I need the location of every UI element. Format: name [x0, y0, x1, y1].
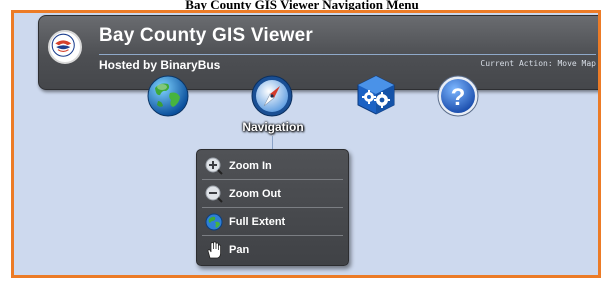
map-canvas[interactable]: Bay County GIS Viewer Hosted by BinaryBu…	[11, 10, 601, 278]
app-header: Bay County GIS Viewer Hosted by BinaryBu…	[38, 15, 598, 90]
help-icon[interactable]: ?	[436, 74, 480, 118]
zoom-out-icon	[205, 185, 223, 203]
menu-item-pan[interactable]: Pan	[202, 236, 343, 264]
active-tool-label: Navigation	[242, 120, 304, 134]
navigation-menu: Zoom In Zoom Out Full Extent Pan	[196, 149, 349, 266]
page-frame: Bay County GIS Viewer Navigation Menu Ba…	[0, 0, 604, 284]
menu-item-zoom-in[interactable]: Zoom In	[202, 152, 343, 180]
svg-text:?: ?	[451, 84, 466, 111]
menu-item-label: Zoom In	[229, 159, 272, 172]
compass-icon[interactable]	[250, 74, 294, 118]
county-logo	[48, 30, 82, 64]
settings-gears-icon[interactable]	[354, 72, 398, 116]
zoom-in-icon	[205, 157, 223, 175]
menu-item-label: Full Extent	[229, 215, 286, 228]
current-action-status: Current Action: Move Map	[480, 59, 596, 68]
menu-item-zoom-out[interactable]: Zoom Out	[202, 180, 343, 208]
hand-icon	[205, 241, 223, 259]
menu-item-label: Pan	[229, 244, 250, 256]
header-divider	[99, 54, 596, 55]
menu-item-label: Zoom Out	[229, 187, 281, 200]
menu-connector	[272, 136, 273, 149]
app-title: Bay County GIS Viewer	[99, 25, 313, 46]
globe-icon[interactable]	[146, 74, 190, 118]
globe-small-icon	[205, 213, 223, 231]
page-caption: Bay County GIS Viewer Navigation Menu	[185, 0, 419, 10]
app-subtitle: Hosted by BinaryBus	[99, 58, 221, 72]
map-top-border	[14, 10, 598, 13]
menu-item-full-extent[interactable]: Full Extent	[202, 208, 343, 236]
